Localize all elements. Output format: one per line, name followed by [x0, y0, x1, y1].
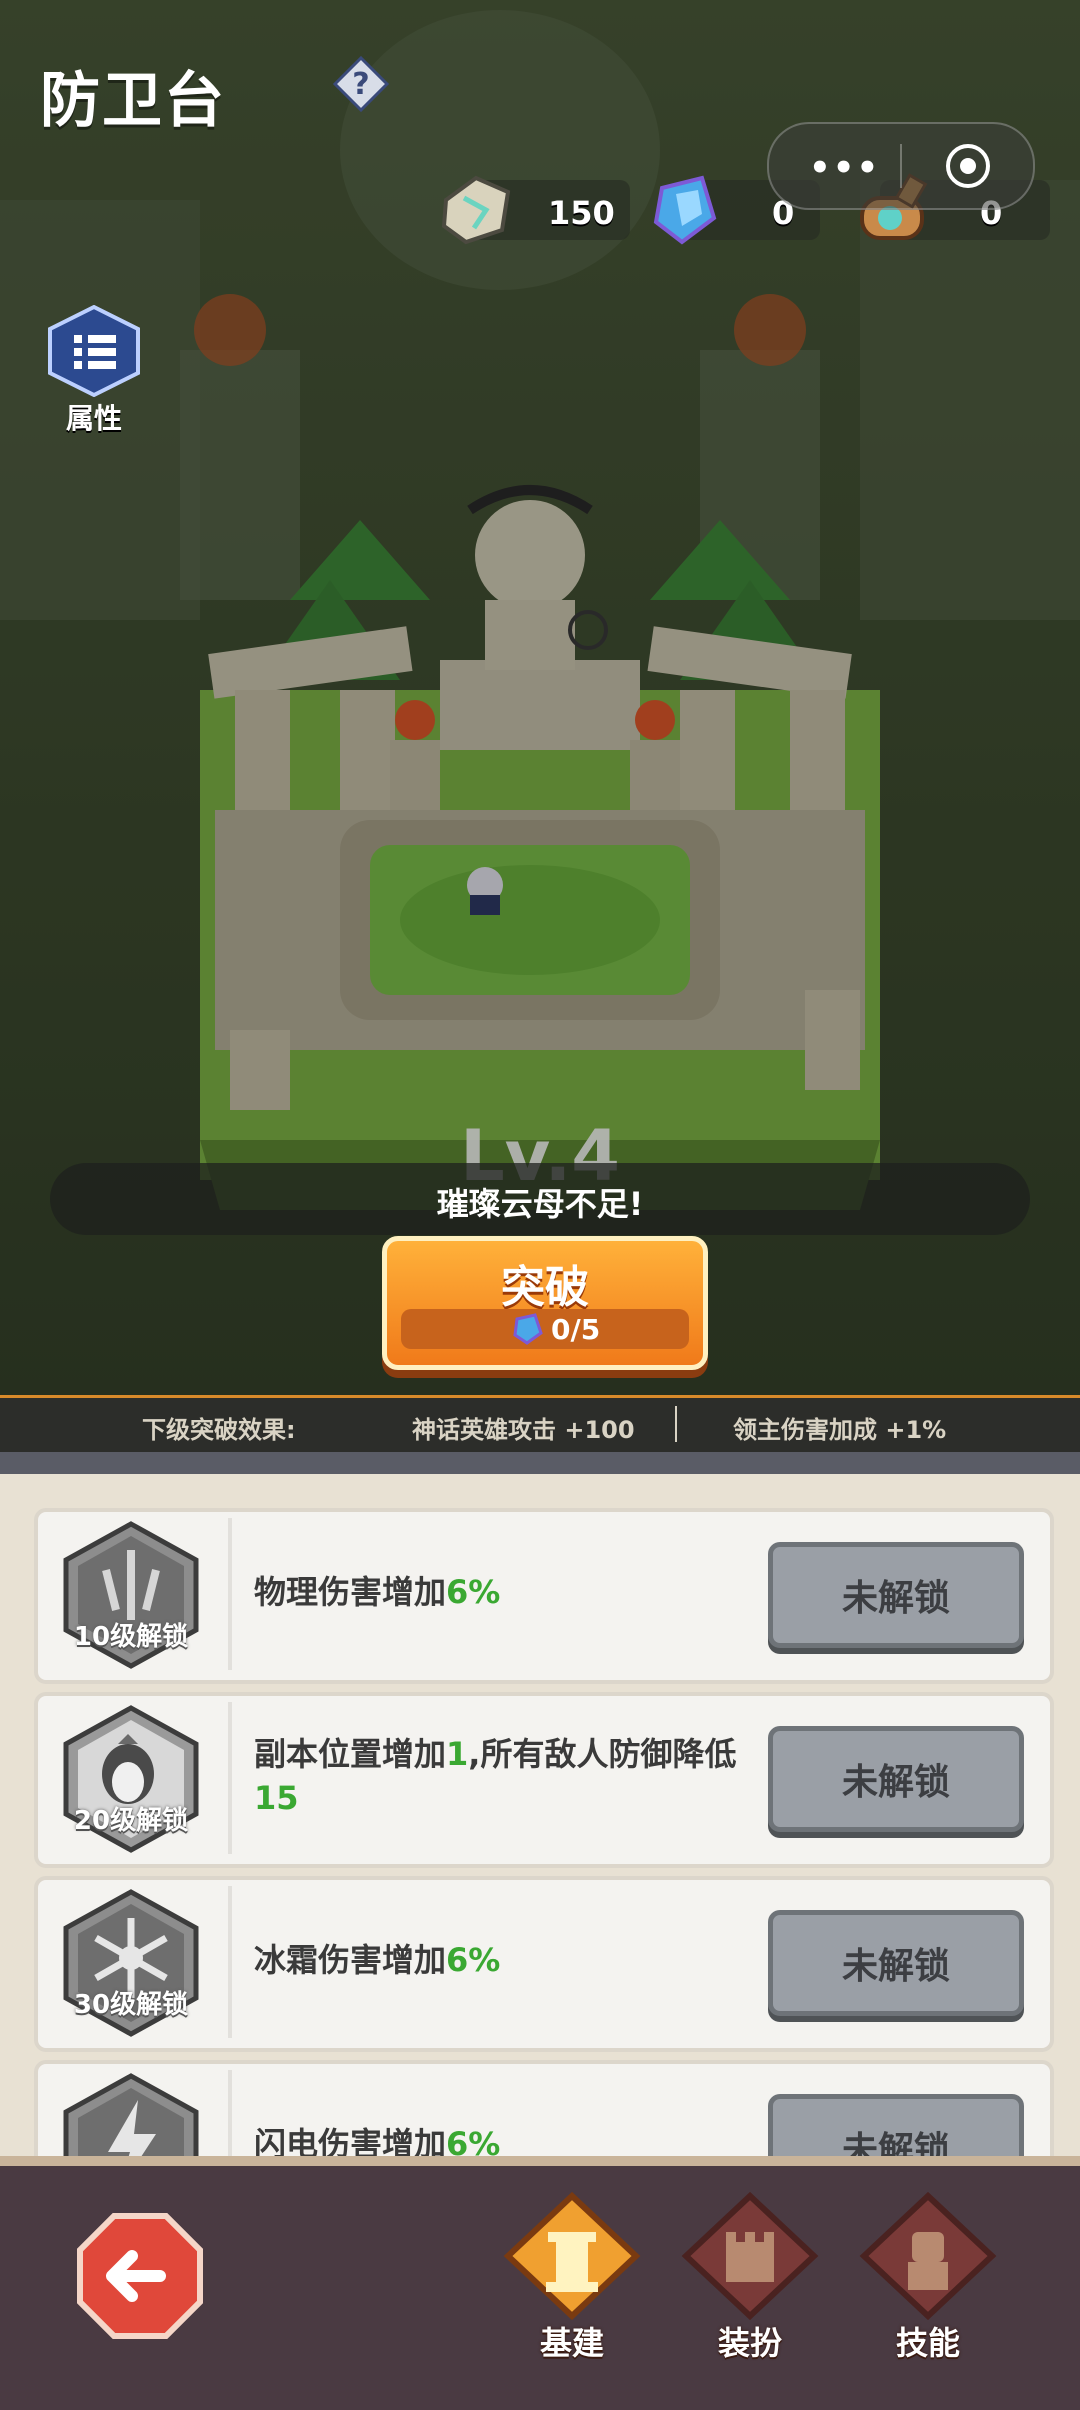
svg-text:?: ? [352, 67, 369, 102]
mini-program-capsule: ••• [767, 122, 1035, 210]
perk-card: 10级解锁 物理伤害增加6% 未解锁 [34, 1508, 1054, 1684]
perk-text: 冰霜伤害增加 [254, 1941, 447, 1979]
perk-emblem: 10级解锁 [56, 1520, 206, 1670]
perk-description: 物理伤害增加6% [254, 1570, 774, 1614]
perk-description: 冰霜伤害增加6% [254, 1938, 774, 1982]
crystal-icon [513, 1313, 543, 1345]
more-menu-icon[interactable]: ••• [809, 148, 880, 188]
perk-emblem: 30级解锁 [56, 1888, 206, 2038]
breakthrough-label: 突破 [501, 1262, 589, 1313]
attributes-label: 属性 [65, 402, 122, 435]
unlock-level-label: 30级解锁 [73, 1990, 189, 2020]
insufficient-toast: 璀璨云母不足! [50, 1163, 1030, 1235]
nav-tab-costume[interactable]: 装扮 [680, 2191, 820, 2362]
locked-button[interactable]: 未解锁 [768, 1542, 1024, 1648]
perk-card: 20级解锁 副本位置增加1,所有敌人防御降低 15 未解锁 [34, 1692, 1054, 1868]
perk-value: 1 [446, 1735, 469, 1773]
capsule-divider [900, 144, 902, 188]
close-target-icon[interactable] [944, 142, 992, 190]
breakthrough-cost-value: 0/5 [551, 1313, 601, 1346]
locked-label: 未解锁 [841, 1578, 950, 1619]
perk-text: 物理伤害增加 [254, 1573, 447, 1611]
bottom-nav: 基建 装扮 技能 [0, 2156, 1080, 2410]
effect-lord-damage: 领主伤害加成 +1% [733, 1416, 947, 1444]
next-breakthrough-effects: 下级突破效果: 神话英雄攻击 +100 领主伤害加成 +1% [0, 1395, 1080, 1452]
perk-value: 15 [254, 1779, 299, 1817]
stone-value: 150 [548, 194, 615, 232]
effects-label: 下级突破效果: [142, 1416, 296, 1444]
nav-label: 技能 [895, 2324, 960, 2362]
attributes-button[interactable]: 属性 [44, 304, 144, 435]
perk-list[interactable]: 10级解锁 物理伤害增加6% 未解锁 20级解锁 副本位置增加1,所有敌人防御降… [0, 1452, 1080, 2178]
back-arrow-icon[interactable] [76, 2212, 204, 2340]
list-icon [48, 304, 140, 398]
card-divider [228, 1518, 232, 1670]
toast-message: 璀璨云母不足! [436, 1185, 644, 1223]
nav-tab-skills[interactable]: 技能 [858, 2191, 998, 2362]
perk-value: 6% [446, 1573, 501, 1611]
card-divider [228, 1886, 232, 2038]
crystal-icon [653, 175, 717, 245]
effect-hero-attack: 神话英雄攻击 +100 [412, 1416, 635, 1444]
defense-platform-scene: Lv.4 防卫台 ? 150 0 0 ••• 属性 璀璨云母不足! 突破 0/5 [0, 0, 1080, 1395]
perk-text: ,所有敌人防御降低 [468, 1735, 737, 1773]
locked-button[interactable]: 未解锁 [768, 1726, 1024, 1832]
breakthrough-button[interactable]: 突破 0/5 [382, 1236, 708, 1370]
card-divider [228, 1702, 232, 1854]
help-icon[interactable]: ? [333, 56, 389, 112]
page-title: 防卫台 [40, 66, 226, 136]
unlock-level-label: 20级解锁 [73, 1806, 189, 1836]
nav-tab-infrastructure[interactable]: 基建 [502, 2191, 642, 2362]
locked-button[interactable]: 未解锁 [768, 1910, 1024, 2016]
perk-value: 6% [446, 1941, 501, 1979]
breakthrough-cost: 0/5 [401, 1309, 689, 1349]
perk-text: 副本位置增加 [254, 1735, 447, 1773]
stone-icon [441, 175, 511, 245]
nav-label: 装扮 [717, 2324, 782, 2362]
effects-divider [675, 1406, 677, 1442]
pillar-icon [503, 2191, 641, 2321]
unlock-level-label: 10级解锁 [73, 1622, 189, 1652]
perk-description: 副本位置增加1,所有敌人防御降低 15 [254, 1732, 774, 1820]
perk-card: 30级解锁 冰霜伤害增加6% 未解锁 [34, 1876, 1054, 2052]
locked-label: 未解锁 [841, 1946, 950, 1987]
perk-emblem: 20级解锁 [56, 1704, 206, 1854]
knight-icon [859, 2191, 997, 2321]
castle-icon [681, 2191, 819, 2321]
locked-label: 未解锁 [841, 1762, 950, 1803]
nav-label: 基建 [539, 2324, 604, 2362]
